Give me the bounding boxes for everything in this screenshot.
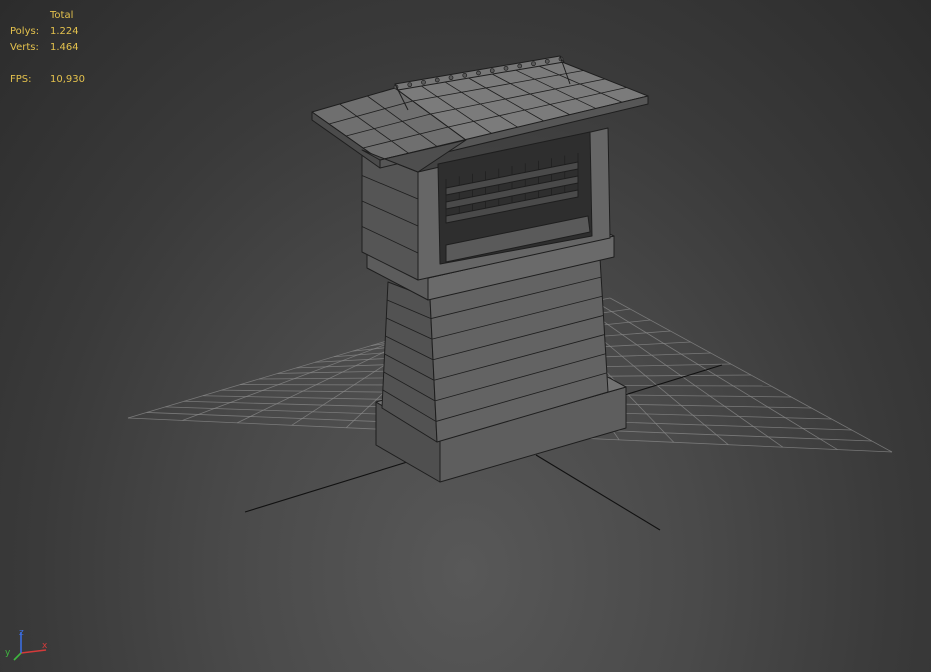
polys-value: 1.224 xyxy=(50,26,79,37)
verts-value: 1.464 xyxy=(50,42,79,53)
statistics-overlay: Total Polys: 1.224 Verts: 1.464 FPS: 10,930 xyxy=(10,8,85,88)
world-axis-line xyxy=(535,454,661,531)
3d-viewport-perspective[interactable]: Total Polys: 1.224 Verts: 1.464 FPS: 10,930… xyxy=(0,0,931,672)
fps-label: FPS: xyxy=(10,74,32,85)
ridge-tile xyxy=(531,61,536,67)
y-axis-label: y xyxy=(5,648,11,658)
ridge-tile xyxy=(476,70,481,76)
ridge-tile xyxy=(503,65,509,71)
viewport-scene xyxy=(127,55,893,531)
ridge-tile xyxy=(448,75,454,81)
view-axis-gizmo: z y x xyxy=(0,626,56,672)
ridge-tile xyxy=(489,68,495,74)
ridge-tile xyxy=(407,82,413,88)
polys-label: Polys: xyxy=(10,26,40,37)
ridge-tile xyxy=(421,79,426,85)
grid-line xyxy=(594,300,838,450)
y-axis-arrow xyxy=(13,652,22,661)
x-axis-label: x xyxy=(42,641,48,651)
ridge-tile xyxy=(544,58,550,64)
ridge-tile xyxy=(517,63,523,69)
stats-header: Total xyxy=(50,10,74,21)
shrine-model[interactable] xyxy=(311,55,649,483)
ridge-tile xyxy=(462,72,468,78)
ridge-tile xyxy=(434,77,440,83)
verts-label: Verts: xyxy=(10,42,39,53)
fps-value: 10,930 xyxy=(50,74,85,85)
z-axis-label: z xyxy=(19,628,24,638)
grid-line xyxy=(609,297,893,453)
